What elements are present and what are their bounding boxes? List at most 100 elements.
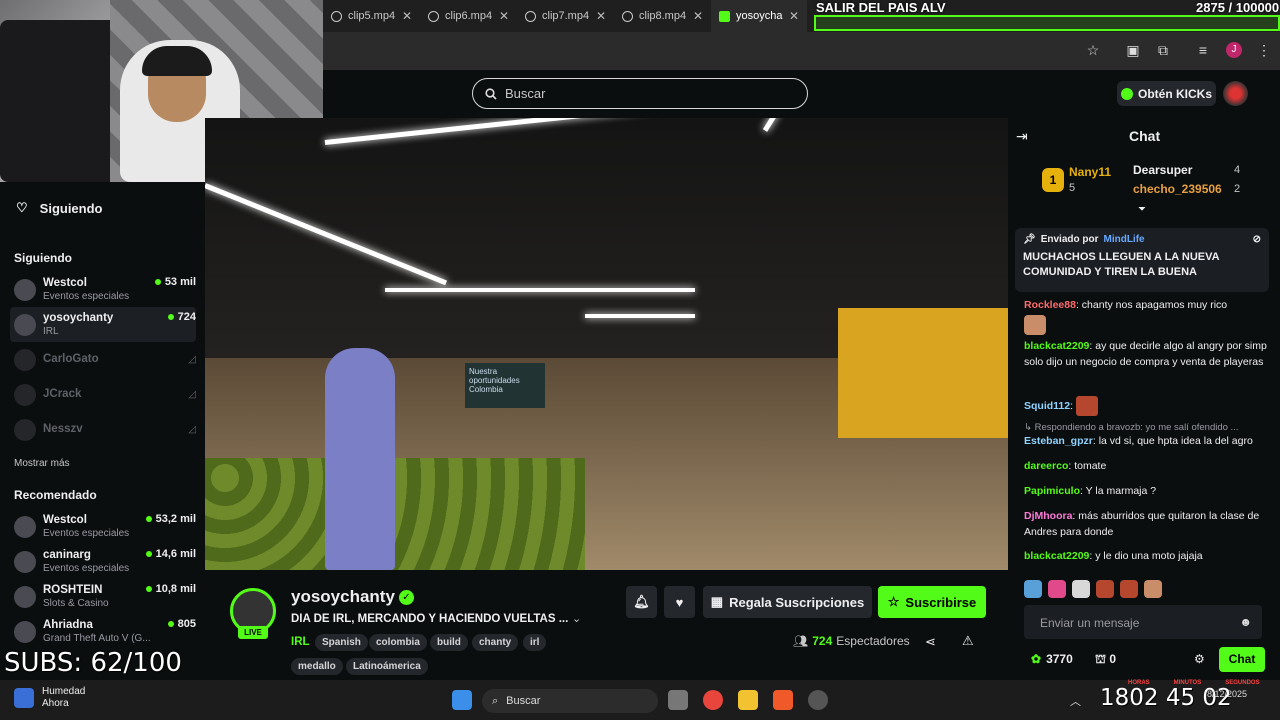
offline-icon: ◿ [188, 424, 196, 435]
chat-message: Squid112: [1024, 396, 1269, 416]
emote-icon[interactable] [1048, 580, 1066, 598]
brave-icon[interactable] [773, 690, 793, 710]
chat-input-placeholder: Enviar un mensaje [1040, 616, 1140, 630]
gift-subs-button[interactable]: ▦ Regala Suscripciones [703, 586, 872, 618]
tag[interactable]: medallo [291, 658, 343, 675]
chat-username[interactable]: Squid112 [1024, 400, 1070, 412]
tag[interactable]: Spanish [315, 634, 368, 651]
extensions-icon[interactable]: ⧉ [1155, 42, 1171, 58]
stream-category[interactable]: IRL [291, 636, 310, 648]
chat-username[interactable]: dareerco [1024, 460, 1068, 472]
emote-icon[interactable] [1120, 580, 1138, 598]
emote-icon[interactable] [1072, 580, 1090, 598]
collapse-chat-icon[interactable]: ⇥ [1016, 128, 1028, 145]
tab-label: clip6.mp4 [445, 10, 493, 22]
sidebar-item-caninarg[interactable]: caninarg Eventos especiales 14,6 mil [10, 544, 196, 579]
file-explorer-icon[interactable] [738, 690, 758, 710]
task-view-icon[interactable] [668, 690, 688, 710]
leader-name: Dearsuper [1133, 163, 1193, 177]
get-kicks-button[interactable]: Obtén KICKs [1117, 81, 1216, 106]
points-balance[interactable]: ⛫ 0 [1095, 652, 1116, 668]
tab-clip8[interactable]: clip8.mp4 ✕ [614, 0, 711, 32]
taskbar-search[interactable]: ⌕ Buscar [482, 689, 658, 713]
get-kicks-label: Obtén KICKs [1137, 86, 1212, 101]
viewer-count-value: 805 [177, 618, 196, 630]
following-title: Siguiendo [39, 200, 103, 216]
reply-icon: ↳ [1024, 422, 1035, 433]
chat-username[interactable]: DjMhoora [1024, 510, 1072, 522]
search-placeholder: Buscar [505, 86, 546, 101]
emote-icon[interactable] [1144, 580, 1162, 598]
chat-send-button[interactable]: Chat [1219, 647, 1265, 672]
menu-icon[interactable]: ⋮ [1256, 42, 1272, 58]
tag[interactable]: irl [523, 634, 547, 651]
tag[interactable]: Latinoámerica [346, 658, 428, 675]
tab-kick[interactable]: yosoycha ✕ [711, 0, 807, 32]
chat-input[interactable]: Enviar un mensaje ☻ [1024, 605, 1262, 639]
media-icon[interactable]: ▣ [1125, 42, 1141, 58]
subscribe-button[interactable]: ☆ Suscribirse [878, 586, 986, 618]
star-icon[interactable]: ☆ [1085, 42, 1101, 58]
kicks-balance-value: 3770 [1046, 652, 1073, 666]
chat-username[interactable]: Papimiculo [1024, 485, 1080, 497]
live-dot-icon [154, 279, 161, 285]
sidebar-item-roshtein[interactable]: ROSHTEIN Slots & Casino 10,8 mil [10, 579, 196, 614]
chat-text: la vd si, que hpta idea la del agro [1098, 435, 1253, 447]
video-player[interactable]: Nuestra oportunidades Colombia [205, 118, 1008, 570]
chat-username[interactable]: Esteban_gpzr [1024, 435, 1093, 447]
chat-username[interactable]: Rocklee88 [1024, 299, 1076, 311]
sidebar-item-carlogato[interactable]: CarloGato ◿ [10, 342, 196, 377]
tab-clip6[interactable]: clip6.mp4 ✕ [420, 0, 517, 32]
show-more-link[interactable]: Mostrar más [14, 458, 70, 469]
playlist-icon[interactable]: ≡ [1195, 42, 1211, 58]
chat-username[interactable]: blackcat2209 [1024, 340, 1089, 352]
sidebar-item-ahriadna[interactable]: Ahriadna Grand Theft Auto V (G... 805 [10, 614, 196, 649]
chevron-down-icon[interactable]: ⌄ [572, 612, 581, 625]
close-icon[interactable]: ✕ [596, 9, 606, 23]
user-avatar[interactable] [1223, 81, 1248, 106]
close-icon[interactable]: ✕ [789, 9, 799, 23]
bell-icon: 🔔︎ [633, 594, 650, 609]
tag[interactable]: build [430, 634, 468, 651]
sidebar-item-jcrack[interactable]: JCrack ◿ [10, 377, 196, 412]
share-icon[interactable]: ⋖ [925, 634, 936, 650]
close-icon[interactable]: ✕ [499, 9, 509, 23]
pinned-message[interactable]: 📌︎ Enviado por MindLife ⊘ MUCHACHOS LLEGUEN… [1015, 228, 1269, 292]
taskbar-date[interactable]: 8/12/2025 [1207, 688, 1247, 700]
hide-icon[interactable]: ⊘ [1253, 234, 1261, 245]
search-input[interactable]: Buscar [472, 78, 808, 109]
notification-button[interactable]: 🔔︎ [626, 586, 657, 618]
following-header[interactable]: ♡ Siguiendo [16, 200, 103, 216]
tag[interactable]: colombia [369, 634, 427, 651]
emote-icon[interactable] [1096, 580, 1114, 598]
weather-sub: Ahora [42, 698, 69, 709]
kicks-icon [1120, 87, 1133, 100]
sidebar-item-westcol[interactable]: Westcol Eventos especiales 53 mil [10, 272, 196, 307]
emoji-icon[interactable]: ☻ [1239, 615, 1252, 629]
kick-logo-icon [719, 10, 730, 22]
tab-label: clip5.mp4 [348, 10, 396, 22]
tab-clip7[interactable]: clip7.mp4 ✕ [517, 0, 614, 32]
channel-name[interactable]: yosoychanty [291, 587, 395, 607]
windows-start-icon[interactable] [452, 690, 472, 710]
tray-chevron-icon[interactable]: ︿ [1070, 693, 1081, 709]
close-icon[interactable]: ✕ [402, 9, 412, 23]
sidebar-item-yosoychanty[interactable]: yosoychanty IRL 724 [10, 307, 196, 342]
sidebar-item-westcol-rec[interactable]: Westcol Eventos especiales 53,2 mil [10, 509, 196, 544]
tag[interactable]: chanty [472, 634, 519, 651]
obs-icon[interactable] [808, 690, 828, 710]
weather-widget[interactable]: Humedad Ahora [14, 686, 85, 710]
expand-icon[interactable]: ⏷ [1138, 204, 1146, 215]
settings-gear-icon[interactable]: ⚙ [1194, 652, 1205, 666]
close-icon[interactable]: ✕ [693, 9, 703, 23]
tab-clip5[interactable]: clip5.mp4 ✕ [323, 0, 420, 32]
follow-button[interactable]: ♥ [664, 586, 695, 618]
kicks-balance[interactable]: ✿ 3770 [1031, 652, 1073, 666]
sidebar-item-nesszv[interactable]: Nesszv ◿ [10, 412, 196, 447]
emote-icon[interactable] [1024, 580, 1042, 598]
profile-icon[interactable]: J [1226, 42, 1242, 58]
search-icon: ⌕ [492, 694, 499, 707]
report-icon[interactable]: ⚠ [962, 633, 974, 649]
chrome-icon[interactable] [703, 690, 723, 710]
chat-username[interactable]: blackcat2209 [1024, 550, 1089, 562]
